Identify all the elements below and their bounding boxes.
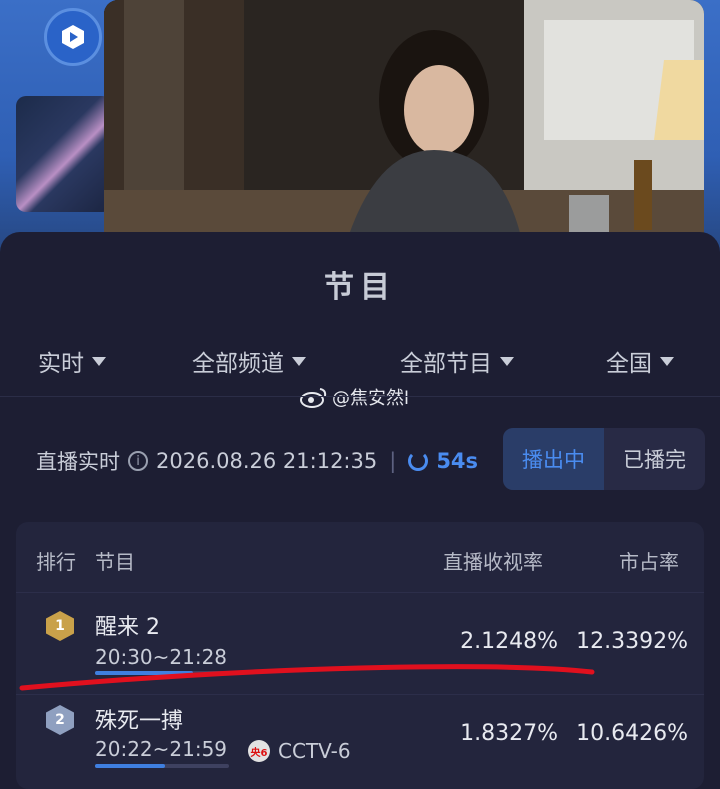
filter-time[interactable]: 实时	[38, 344, 106, 378]
filter-channel[interactable]: 全部频道	[192, 344, 306, 378]
program-progress	[95, 671, 229, 675]
program-name: 殊死一搏	[95, 709, 184, 734]
share-value: 10.6426%	[576, 721, 688, 746]
filter-region[interactable]: 全国	[606, 344, 674, 378]
divider	[0, 396, 720, 397]
filter-program[interactable]: 全部节目	[400, 344, 514, 378]
program-name: 醒来 2	[95, 615, 160, 640]
row-divider	[16, 694, 704, 695]
refresh-countdown: 54s	[436, 449, 479, 473]
broadcast-toggle: 播出中 已播完	[503, 428, 705, 490]
progress-fill	[95, 671, 193, 675]
header-share[interactable]: 市占率	[619, 546, 679, 575]
chevron-down-icon	[500, 356, 514, 366]
tab-live[interactable]: 播出中	[503, 428, 604, 490]
filter-label: 全国	[606, 351, 652, 377]
info-icon[interactable]: i	[128, 451, 148, 471]
weibo-watermark: @焦安然l	[300, 384, 409, 410]
filter-bar: 实时 全部频道 全部节目 全国	[0, 342, 720, 382]
cctv6-channel-icon: 央6	[248, 740, 270, 762]
video-player[interactable]	[104, 0, 704, 250]
share-value: 12.3392%	[576, 629, 688, 654]
tab-ended[interactable]: 已播完	[604, 428, 705, 490]
play-logo-icon	[62, 25, 84, 49]
rating-value: 1.8327%	[460, 721, 558, 746]
video-frame-image	[104, 0, 704, 250]
header-rank: 排行	[36, 550, 76, 574]
status-label: 直播实时	[36, 450, 120, 474]
filter-label: 全部节目	[400, 351, 492, 377]
channel-name: CCTV-6	[278, 739, 351, 763]
channel-tag: 央6 CCTV-6	[248, 739, 351, 763]
row-divider	[16, 592, 704, 593]
side-thumbnail[interactable]	[16, 96, 112, 212]
weibo-icon	[300, 388, 327, 408]
separator: |	[389, 449, 397, 473]
status-datetime: 2026.08.26 21:12:35	[156, 449, 378, 473]
program-progress	[95, 764, 229, 768]
filter-label: 全部频道	[192, 351, 284, 377]
chevron-down-icon	[292, 356, 306, 366]
rating-value: 2.1248%	[460, 629, 558, 654]
app-logo-icon[interactable]	[44, 8, 102, 66]
watermark-text: @焦安然l	[332, 388, 410, 409]
header-rating[interactable]: 直播收视率	[443, 546, 543, 575]
chevron-down-icon	[660, 356, 674, 366]
section-title: 节目	[324, 270, 396, 305]
progress-fill	[95, 764, 165, 768]
chevron-down-icon	[92, 356, 106, 366]
filter-label: 实时	[38, 351, 84, 377]
program-time: 20:22~21:59	[95, 737, 228, 761]
live-status: 直播实时 i 2026.08.26 21:12:35 | 54s	[36, 446, 478, 476]
header-program: 节目	[95, 550, 135, 574]
refresh-timer-icon	[408, 451, 429, 471]
program-time: 20:30~21:28	[95, 645, 228, 669]
